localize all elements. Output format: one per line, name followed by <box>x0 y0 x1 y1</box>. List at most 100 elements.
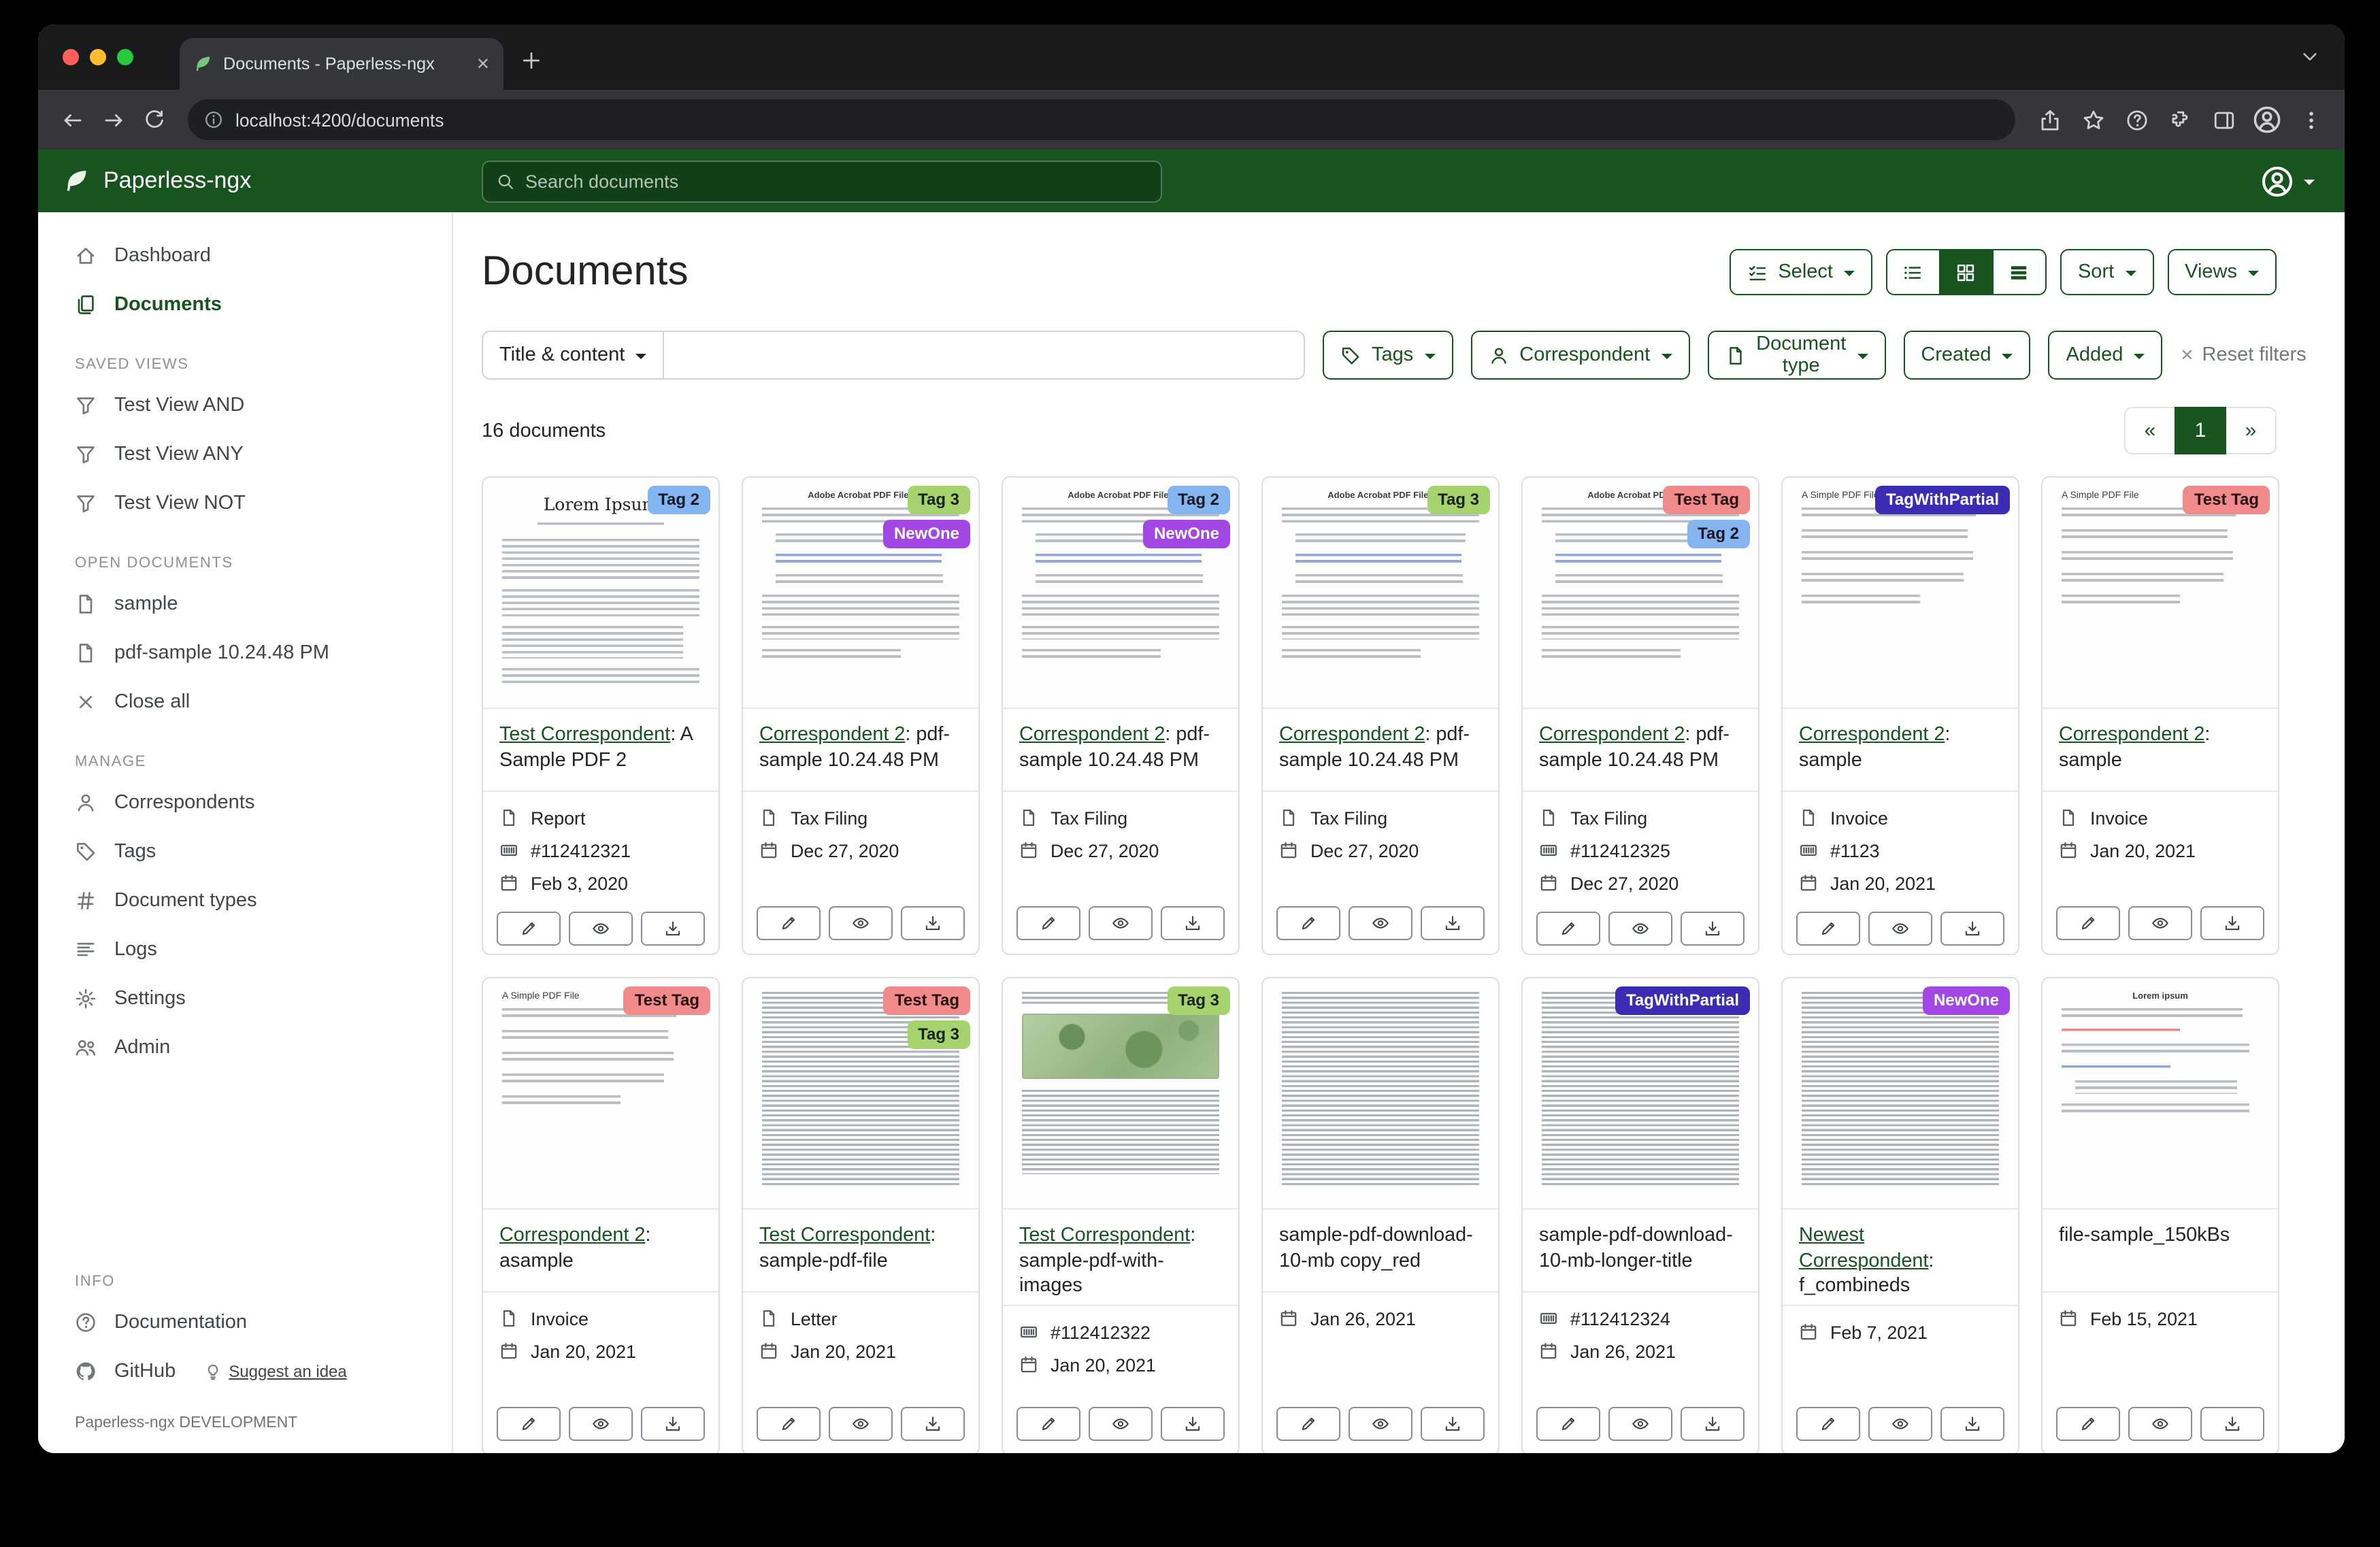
filter-button-tags[interactable]: Tags <box>1323 331 1453 380</box>
view-button[interactable] <box>569 1407 633 1441</box>
sidebar-item-document-types[interactable]: Document types <box>38 876 452 925</box>
edit-button[interactable] <box>757 906 821 940</box>
forward-button[interactable] <box>93 99 133 140</box>
tag-badge[interactable]: NewOne <box>1923 986 2010 1015</box>
global-search[interactable] <box>482 160 1162 202</box>
brand[interactable]: Paperless-ngx <box>38 167 452 195</box>
edit-button[interactable] <box>1796 912 1860 946</box>
global-search-input[interactable] <box>525 171 1147 191</box>
download-button[interactable] <box>901 906 965 940</box>
site-info-icon[interactable] <box>204 110 223 129</box>
user-menu-button[interactable] <box>2260 164 2315 198</box>
sidebar-item-documentation[interactable]: Documentation <box>38 1298 452 1347</box>
view-button[interactable] <box>829 1407 893 1441</box>
card-thumbnail[interactable]: Lorem ipsum <box>2043 978 2278 1210</box>
url-bar[interactable]: localhost:4200/documents <box>188 99 2015 140</box>
download-button[interactable] <box>2200 906 2264 940</box>
reload-button[interactable] <box>133 99 174 140</box>
edit-button[interactable] <box>1017 906 1080 940</box>
sidebar-item-admin[interactable]: Admin <box>38 1023 452 1072</box>
view-button[interactable] <box>829 906 893 940</box>
correspondent-link[interactable]: Correspondent 2 <box>759 724 905 746</box>
view-button[interactable] <box>1089 1407 1153 1441</box>
sidebar-item-test-view-not[interactable]: Test View NOT <box>38 479 452 528</box>
view-button[interactable] <box>2128 1407 2192 1441</box>
download-button[interactable] <box>641 1407 705 1441</box>
download-button[interactable] <box>901 1407 965 1441</box>
edit-button[interactable] <box>1276 906 1340 940</box>
filter-button-added[interactable]: Added <box>2049 331 2163 380</box>
correspondent-link[interactable]: Test Correspondent <box>1019 1225 1190 1246</box>
view-button[interactable] <box>1608 1407 1672 1441</box>
close-button[interactable] <box>63 49 79 65</box>
tab-search-button[interactable] <box>2300 46 2320 73</box>
view-button[interactable] <box>1349 1407 1412 1441</box>
select-button[interactable]: Select <box>1729 249 1872 295</box>
tag-badge[interactable]: TagWithPartial <box>1615 986 1750 1015</box>
minimize-button[interactable] <box>90 49 106 65</box>
filter-field-dropdown[interactable]: Title & content <box>482 331 664 380</box>
filter-button-correspondent[interactable]: Correspondent <box>1470 331 1689 380</box>
view-button[interactable] <box>1868 912 1932 946</box>
pagination-page-button[interactable]: 1 <box>2175 407 2226 454</box>
correspondent-link[interactable]: Correspondent 2 <box>1019 724 1165 746</box>
view-detail-button[interactable] <box>1992 249 2047 295</box>
correspondent-link[interactable]: Correspondent 2 <box>2059 724 2204 746</box>
tag-badge[interactable]: Tag 2 <box>1687 520 1750 548</box>
card-thumbnail[interactable] <box>1263 978 1498 1210</box>
extensions-button[interactable] <box>2160 99 2200 140</box>
download-button[interactable] <box>2200 1407 2264 1441</box>
filter-button-document-type[interactable]: Document type <box>1707 331 1885 380</box>
edit-button[interactable] <box>497 912 561 946</box>
tag-badge[interactable]: Tag 3 <box>1427 486 1490 514</box>
correspondent-link[interactable]: Correspondent 2 <box>1539 724 1685 746</box>
menu-button[interactable] <box>2290 99 2331 140</box>
sidebar-item-tags[interactable]: Tags <box>38 827 452 876</box>
pagination-prev-button[interactable]: « <box>2124 407 2176 454</box>
download-button[interactable] <box>1681 1407 1745 1441</box>
download-button[interactable] <box>1940 1407 2004 1441</box>
edit-button[interactable] <box>1796 1407 1860 1441</box>
correspondent-link[interactable]: Correspondent 2 <box>1799 724 1945 746</box>
correspondent-link[interactable]: Test Correspondent <box>499 724 670 746</box>
download-button[interactable] <box>1421 906 1485 940</box>
sidebar-item-logs[interactable]: Logs <box>38 925 452 974</box>
tag-badge[interactable]: Test Tag <box>2183 486 2270 514</box>
view-button[interactable] <box>1349 906 1412 940</box>
correspondent-link[interactable]: Correspondent 2 <box>1279 724 1425 746</box>
correspondent-link[interactable]: Newest Correspondent <box>1799 1225 1928 1271</box>
tag-badge[interactable]: Test Tag <box>624 986 710 1015</box>
tag-badge[interactable]: Tag 3 <box>907 1020 970 1049</box>
sidebar-item-documents[interactable]: Documents <box>38 280 452 329</box>
sidebar-item-test-view-any[interactable]: Test View ANY <box>38 430 452 479</box>
reset-filters-link[interactable]: ✕ Reset filters <box>2180 344 2306 366</box>
edit-button[interactable] <box>2056 906 2120 940</box>
browser-tab[interactable]: Documents - Paperless-ngx ✕ <box>180 38 503 90</box>
edit-button[interactable] <box>1017 1407 1080 1441</box>
sidebar-item-github[interactable]: GitHubSuggest an idea <box>38 1347 452 1396</box>
sidebar-item-dashboard[interactable]: Dashboard <box>38 231 452 280</box>
download-button[interactable] <box>1161 1407 1225 1441</box>
correspondent-link[interactable]: Correspondent 2 <box>499 1225 645 1246</box>
view-button[interactable] <box>1868 1407 1932 1441</box>
edit-button[interactable] <box>757 1407 821 1441</box>
sidebar-item-correspondents[interactable]: Correspondents <box>38 778 452 827</box>
view-grid-button[interactable] <box>1939 249 1994 295</box>
download-button[interactable] <box>1681 912 1745 946</box>
sidebar-item-pdf-sample-10-24-48-pm[interactable]: pdf-sample 10.24.48 PM <box>38 629 452 678</box>
download-button[interactable] <box>1421 1407 1485 1441</box>
tag-badge[interactable]: Test Tag <box>884 986 970 1015</box>
profile-button[interactable] <box>2247 99 2287 140</box>
new-tab-button[interactable] <box>520 49 543 79</box>
tag-badge[interactable]: TagWithPartial <box>1875 486 2010 514</box>
tag-badge[interactable]: Tag 3 <box>1167 986 1230 1015</box>
share-button[interactable] <box>2029 99 2070 140</box>
side-panel-button[interactable] <box>2203 99 2244 140</box>
sidebar-item-test-view-and[interactable]: Test View AND <box>38 381 452 430</box>
tag-badge[interactable]: NewOne <box>1143 520 1230 548</box>
tab-close-icon[interactable]: ✕ <box>476 54 490 73</box>
suggest-idea-link[interactable]: Suggest an idea <box>204 1362 347 1381</box>
sidebar-item-settings[interactable]: Settings <box>38 974 452 1023</box>
sidebar-item-sample[interactable]: sample <box>38 580 452 629</box>
view-button[interactable] <box>1608 912 1672 946</box>
